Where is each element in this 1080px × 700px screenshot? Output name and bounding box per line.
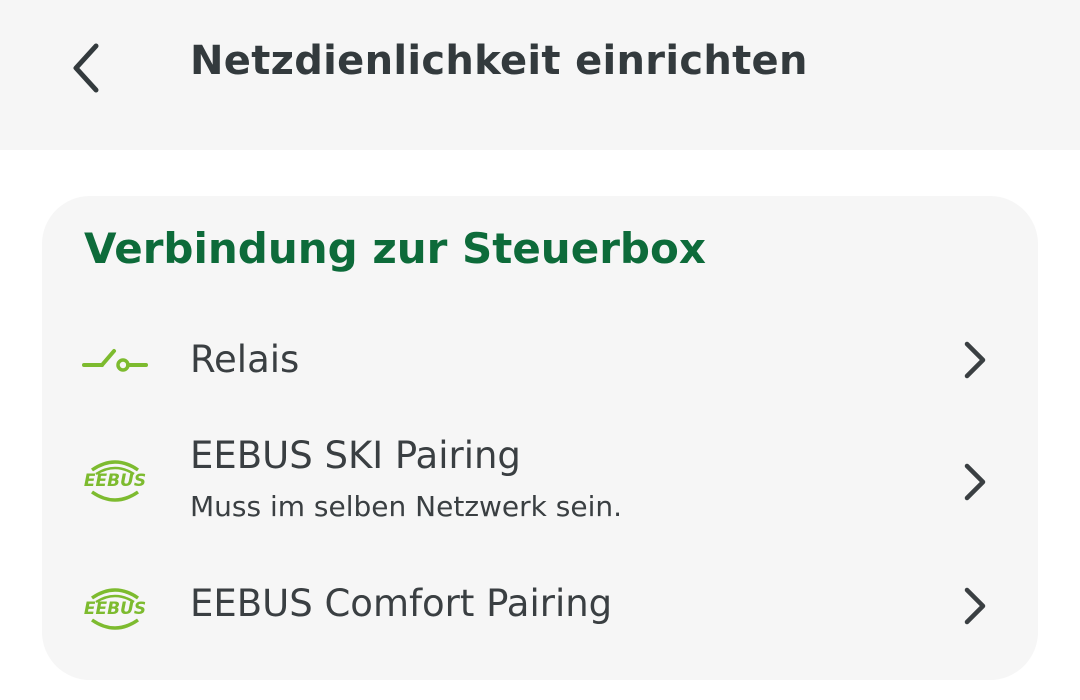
app-header: Netzdienlichkeit einrichten xyxy=(0,0,1080,150)
item-label: EEBUS Comfort Pairing xyxy=(190,582,613,625)
back-button[interactable] xyxy=(56,36,116,100)
item-label: EEBUS SKI Pairing xyxy=(190,434,521,477)
chevron-right-icon xyxy=(954,460,994,504)
list-item-eebus-comfort-pairing[interactable]: EEBUS EEBUS Comfort Pairing xyxy=(42,572,1038,644)
chevron-left-icon xyxy=(73,43,99,93)
eebus-logo-text: EEBUS xyxy=(84,599,146,619)
steuerbox-connection-card: Verbindung zur Steuerbox Relais EEBUS EE… xyxy=(42,196,1038,680)
item-sublabel: Muss im selben Netzwerk sein. xyxy=(190,490,623,523)
chevron-right-icon xyxy=(954,584,994,628)
section-title: Verbindung zur Steuerbox xyxy=(84,224,706,273)
eebus-logo-icon: EEBUS xyxy=(80,450,150,510)
page-title: Netzdienlichkeit einrichten xyxy=(190,38,808,84)
list-item-relais[interactable]: Relais xyxy=(42,324,1038,396)
chevron-right-icon xyxy=(954,338,994,382)
relay-switch-icon xyxy=(80,342,150,378)
eebus-logo-text: EEBUS xyxy=(84,471,146,491)
list-item-eebus-ski-pairing[interactable]: EEBUS EEBUS SKI Pairing Muss im selben N… xyxy=(42,428,1038,538)
item-label: Relais xyxy=(190,338,300,381)
eebus-logo-icon: EEBUS xyxy=(80,578,150,638)
